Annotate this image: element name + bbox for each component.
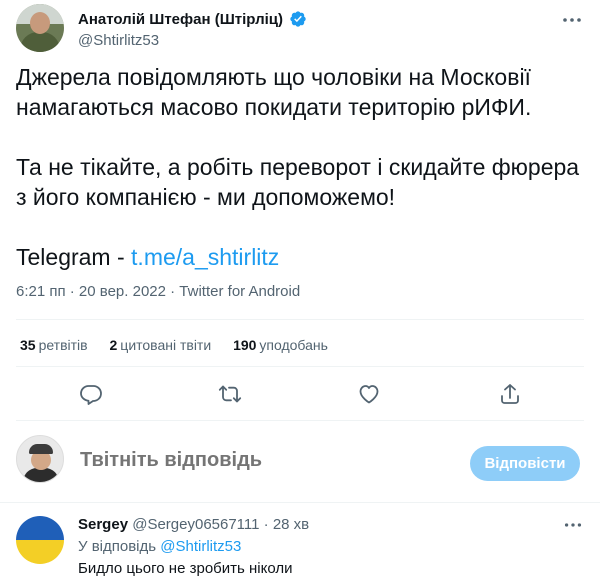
divider — [16, 319, 584, 320]
retweets-stat[interactable]: 35 ретвітів — [20, 337, 88, 353]
tweet-text: Джерела повідомляють що чоловіки на Моск… — [16, 62, 586, 272]
reply-input[interactable] — [80, 449, 460, 472]
reply-composer: Відповісти — [16, 435, 584, 489]
telegram-link[interactable]: t.me/a_shtirlitz — [131, 244, 279, 270]
commenter-name[interactable]: Sergey — [78, 516, 128, 533]
replying-to-prefix: У відповідь — [78, 538, 161, 555]
author-avatar[interactable] — [16, 4, 64, 52]
tweet-text-line: Джерела повідомляють що чоловіки на Моск… — [16, 64, 531, 90]
commenter-handle-time[interactable]: @Sergey06567111 · 28 хв — [132, 516, 309, 533]
reply-tweet[interactable]: Sergey @Sergey06567111 · 28 хв У відпові… — [16, 512, 584, 588]
more-options-icon[interactable] — [560, 8, 584, 32]
likes-stat[interactable]: 190 уподобань — [233, 337, 328, 353]
likes-count: 190 — [233, 337, 257, 353]
author-handle[interactable]: @Shtirlitz53 — [78, 32, 307, 49]
retweet-icon[interactable] — [218, 382, 242, 406]
comment-more-icon[interactable] — [562, 514, 584, 536]
tweet-stats: 35 ретвітів 2 цитовані твіти 190 уподобань — [20, 337, 346, 353]
divider — [16, 420, 584, 421]
tweet-text-line: намагаються масово покидати територію рИ… — [16, 94, 532, 120]
tweet-meta[interactable]: 6:21 пп · 20 вер. 2022 · Twitter for And… — [16, 283, 300, 300]
current-user-avatar[interactable] — [16, 435, 64, 483]
divider — [0, 502, 600, 503]
replying-to-handle[interactable]: @Shtirlitz53 — [160, 538, 241, 555]
telegram-line: Telegram - t.me/a_shtirlitz — [16, 242, 586, 272]
tweet-text-line: з його компанією - ми допоможемо! — [16, 184, 396, 210]
likes-label: уподобань — [259, 337, 328, 353]
quotes-count: 2 — [109, 337, 118, 353]
like-icon[interactable] — [357, 382, 381, 406]
author-name[interactable]: Анатолій Штефан (Штірліц) — [78, 11, 283, 28]
reply-button[interactable]: Відповісти — [470, 446, 580, 481]
divider — [16, 366, 584, 367]
comment-header: Sergey @Sergey06567111 · 28 хв — [78, 516, 309, 533]
quotes-stat[interactable]: 2 цитовані твіти — [110, 337, 212, 353]
commenter-avatar[interactable] — [16, 516, 64, 564]
reply-icon[interactable] — [79, 382, 103, 406]
quotes-label: цитовані твіти — [120, 337, 212, 353]
tweet-text-line: Та не тікайте, а робіть переворот і скид… — [16, 154, 580, 180]
comment-text: Бидло цього не зробить ніколи — [78, 560, 293, 577]
telegram-prefix: Telegram - — [16, 244, 132, 270]
tweet-header: Анатолій Штефан (Штірліц) @Shtirlitz53 — [16, 4, 584, 56]
retweets-label: ретвітів — [38, 337, 88, 353]
author-info[interactable]: Анатолій Штефан (Штірліц) @Shtirlitz53 — [78, 10, 307, 49]
tweet-actions — [0, 382, 600, 410]
replying-to: У відповідь @Shtirlitz53 — [78, 538, 241, 555]
share-icon[interactable] — [498, 382, 522, 406]
retweets-count: 35 — [20, 337, 36, 353]
verified-badge-icon — [290, 11, 307, 27]
